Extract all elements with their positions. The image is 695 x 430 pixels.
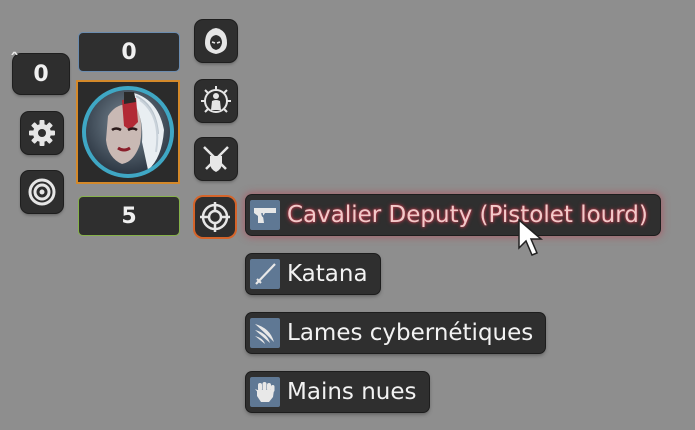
pistol-icon xyxy=(250,200,280,230)
weapon-item-label: Mains nues xyxy=(287,379,417,405)
weapon-selector-button[interactable] xyxy=(195,197,235,237)
weapon-item-label: Katana xyxy=(287,261,368,287)
target-button[interactable] xyxy=(21,171,63,213)
weapon-item-pistol[interactable]: Cavalier Deputy (Pistolet lourd) xyxy=(246,195,660,235)
chevron-up-icon[interactable]: ˆ xyxy=(10,50,19,71)
target-icon xyxy=(28,178,56,206)
character-portrait xyxy=(82,86,174,178)
portrait-frame[interactable] xyxy=(76,80,180,184)
level-counter[interactable]: ˆ 0 xyxy=(10,50,69,94)
crosshair-icon xyxy=(200,202,230,232)
weapon-item-bare-hands[interactable]: Mains nues xyxy=(246,372,429,412)
aura-action-button[interactable] xyxy=(195,80,237,122)
katana-icon xyxy=(250,259,280,289)
aura-figure-icon xyxy=(201,86,231,113)
hooded-figure-icon xyxy=(205,28,227,54)
bottom-counter-value: 5 xyxy=(121,203,137,229)
level-value: 0 xyxy=(33,61,49,87)
weapon-item-label: Lames cybernétiques xyxy=(287,320,534,346)
gear-icon xyxy=(29,120,55,146)
weapon-item-katana[interactable]: Katana xyxy=(246,254,380,294)
weapon-item-cyber-blades[interactable]: Lames cybernétiques xyxy=(246,313,546,353)
weapon-item-label: Cavalier Deputy (Pistolet lourd) xyxy=(287,202,648,228)
hood-action-button[interactable] xyxy=(195,20,237,62)
crossed-swords-shield-icon xyxy=(203,146,229,172)
top-counter[interactable]: 0 xyxy=(78,32,180,72)
fist-icon xyxy=(250,377,280,407)
mouse-cursor-icon xyxy=(518,218,544,256)
settings-button[interactable] xyxy=(21,112,63,154)
bottom-counter[interactable]: 5 xyxy=(78,196,180,236)
combat-action-button[interactable] xyxy=(195,138,237,180)
top-counter-value: 0 xyxy=(121,39,137,65)
cyber-blades-icon xyxy=(250,318,280,348)
